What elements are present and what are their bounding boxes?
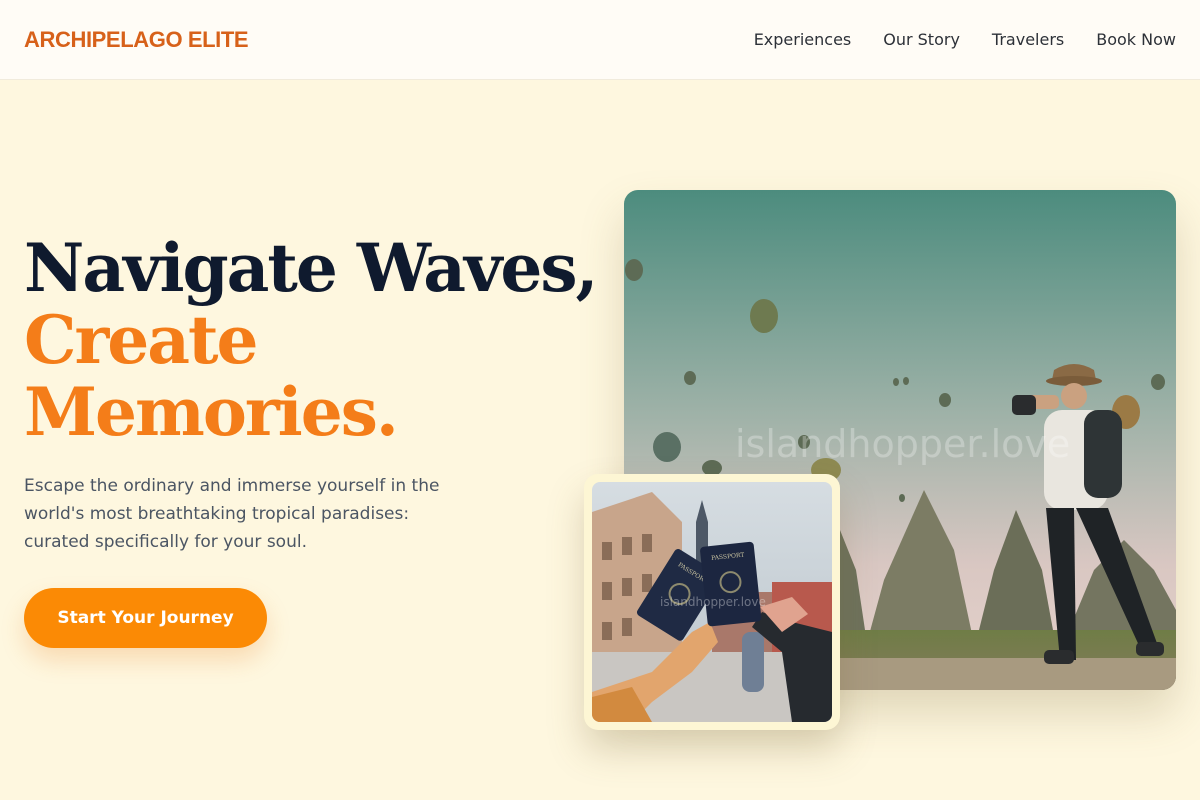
- brand-logo[interactable]: ARCHIPELAGO ELITE: [24, 27, 249, 53]
- headline-line-1: Navigate Waves,: [24, 229, 599, 307]
- hero-headline: Navigate Waves, Create Memories.: [24, 229, 599, 451]
- passport-watermark: islandhopper.love: [660, 595, 766, 609]
- hero-description: Escape the ordinary and immerse yourself…: [24, 476, 440, 552]
- passports-image: PASSPORT PASSPORT islandhopper.love: [592, 482, 832, 722]
- headline-line-2: Create: [24, 301, 259, 379]
- nav-link-our-story[interactable]: Our Story: [883, 30, 960, 50]
- site-header: ARCHIPELAGO ELITE Experiences Our Story …: [0, 0, 1200, 80]
- nav-link-book-now[interactable]: Book Now: [1096, 30, 1176, 50]
- nav-link-experiences[interactable]: Experiences: [754, 30, 852, 50]
- hero-photo-passports: PASSPORT PASSPORT islandhopper.love: [592, 482, 832, 722]
- headline-line-3: Memories.: [24, 373, 399, 451]
- main-nav: Experiences Our Story Travelers Book Now: [754, 30, 1176, 50]
- nav-link-travelers[interactable]: Travelers: [992, 30, 1064, 50]
- hero-photo-passports-frame: PASSPORT PASSPORT islandhopper.love: [584, 474, 840, 730]
- start-journey-button[interactable]: Start Your Journey: [24, 588, 267, 648]
